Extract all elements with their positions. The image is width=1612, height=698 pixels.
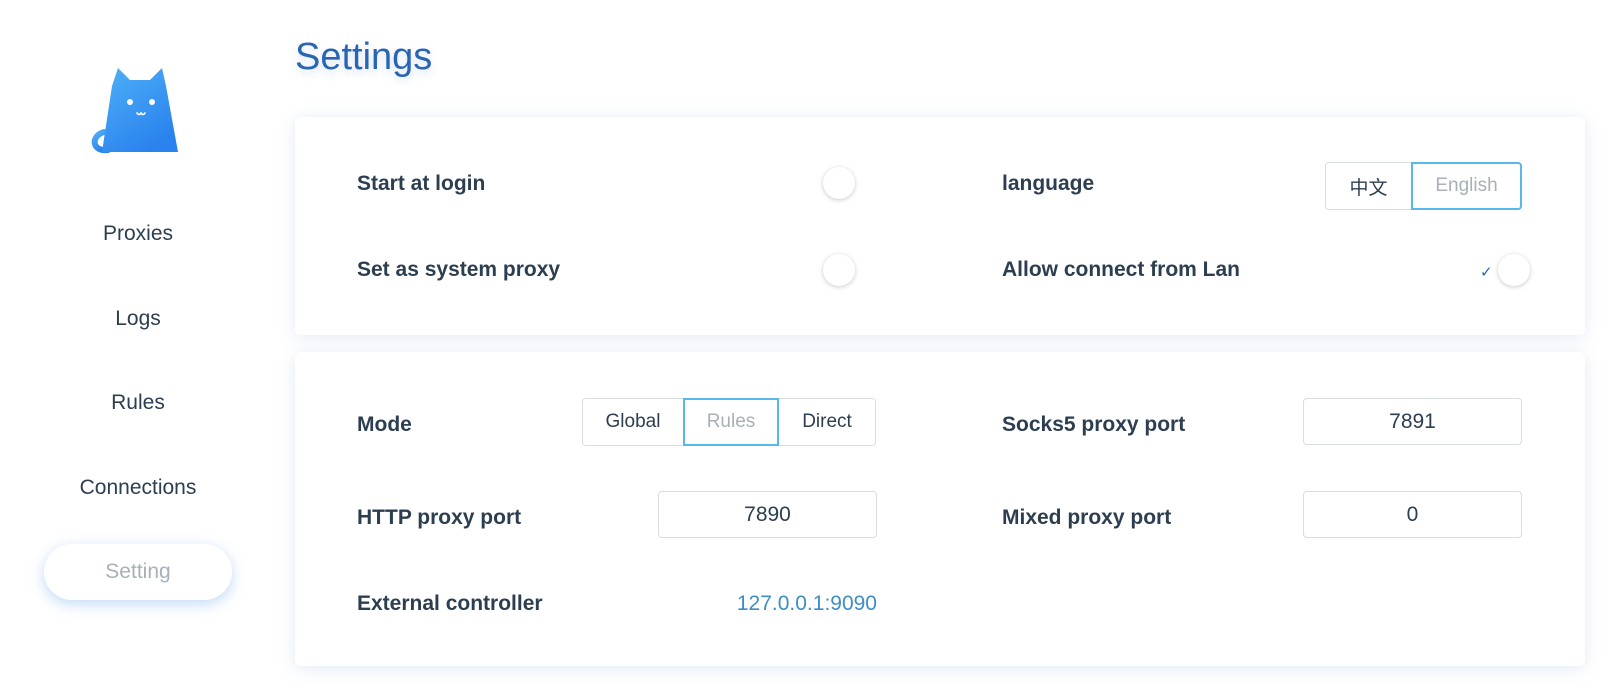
start-at-login-toggle[interactable]: [823, 167, 855, 199]
mixed-port-label: Mixed proxy port: [1002, 506, 1172, 529]
sidebar-item-setting[interactable]: Setting: [44, 544, 232, 600]
language-option-chinese[interactable]: 中文: [1325, 162, 1412, 210]
http-port-label: HTTP proxy port: [357, 506, 522, 529]
system-proxy-label: Set as system proxy: [357, 258, 561, 281]
sidebar-item-logs[interactable]: Logs: [44, 291, 232, 347]
proxy-settings-card: Mode Global Rules Direct Socks5 proxy po…: [295, 352, 1585, 666]
system-proxy-toggle[interactable]: [823, 254, 855, 286]
mode-option-direct[interactable]: Direct: [778, 398, 876, 446]
sidebar-item-rules[interactable]: Rules: [44, 375, 232, 431]
mode-option-rules[interactable]: Rules: [683, 398, 779, 446]
mode-selector: Global Rules Direct: [582, 398, 876, 446]
sidebar: Proxies Logs Rules Connections Setting: [0, 0, 276, 698]
app-window: Proxies Logs Rules Connections Setting S…: [0, 0, 1612, 698]
language-selector: 中文 English: [1325, 162, 1522, 210]
socks5-port-input[interactable]: [1303, 398, 1522, 445]
language-label: language: [1002, 172, 1095, 195]
allow-lan-toggle[interactable]: [1498, 254, 1530, 286]
sidebar-item-connections[interactable]: Connections: [44, 460, 232, 516]
external-controller-label: External controller: [357, 592, 543, 615]
socks5-port-label: Socks5 proxy port: [1002, 413, 1186, 436]
mode-option-global[interactable]: Global: [582, 398, 684, 446]
mode-label: Mode: [357, 413, 412, 436]
allow-lan-label: Allow connect from Lan: [1002, 258, 1241, 281]
external-controller-link[interactable]: 127.0.0.1:9090: [737, 592, 877, 616]
check-icon: ✓: [1480, 264, 1493, 281]
mixed-port-input[interactable]: [1303, 491, 1522, 538]
http-port-input[interactable]: [658, 491, 877, 538]
start-at-login-label: Start at login: [357, 172, 486, 195]
page-title: Settings: [295, 36, 433, 78]
language-option-english[interactable]: English: [1411, 162, 1522, 210]
sidebar-item-proxies[interactable]: Proxies: [44, 206, 232, 262]
cat-logo-icon: [91, 68, 178, 154]
general-settings-card: Start at login language 中文 English Set a…: [295, 117, 1585, 335]
